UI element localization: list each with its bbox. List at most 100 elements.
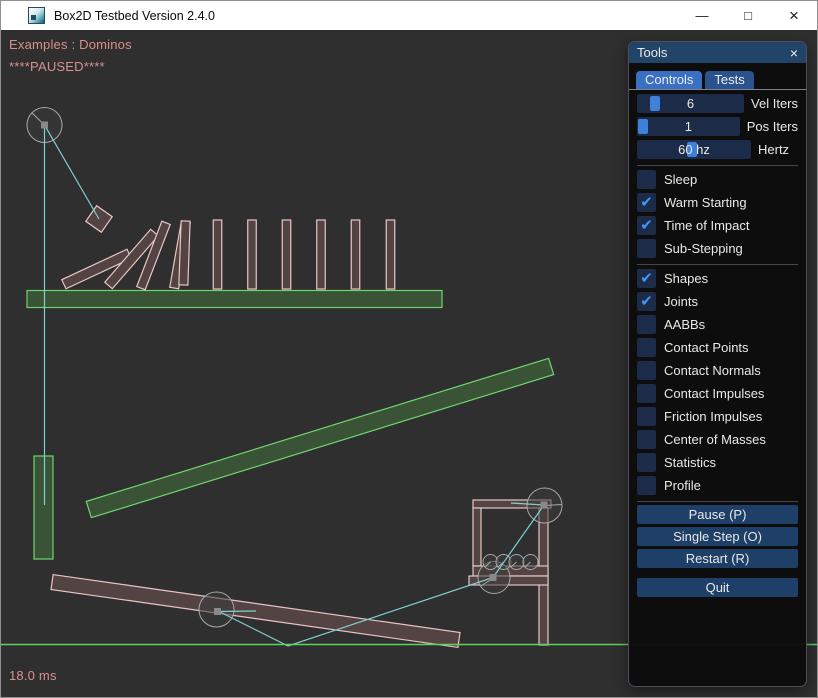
body-static (27, 291, 442, 308)
slider-value: 60 hz (637, 140, 751, 159)
tools-panel-title: Tools (637, 45, 667, 60)
checkbox-center-of-masses[interactable]: Center of Masses (637, 430, 798, 449)
checkbox-box[interactable] (637, 476, 656, 495)
checkbox-box[interactable] (637, 338, 656, 357)
body-static (86, 358, 553, 517)
check-icon: ✔ (640, 294, 653, 309)
slider-pos-iters[interactable]: 1 (637, 117, 740, 136)
joint-line (45, 125, 100, 219)
checkbox-box[interactable]: ✔ (637, 292, 656, 311)
tools-panel-header[interactable]: Tools × (629, 42, 806, 63)
slider-label: Vel Iters (751, 96, 798, 111)
body-dyn (317, 220, 326, 289)
checkbox-profile[interactable]: Profile (637, 476, 798, 495)
separator (637, 165, 798, 166)
checkbox-box[interactable] (637, 239, 656, 258)
checkbox-statistics[interactable]: Statistics (637, 453, 798, 472)
checkbox-warm-starting[interactable]: ✔ Warm Starting (637, 193, 798, 212)
checkbox-box[interactable] (637, 430, 656, 449)
checkbox-label: Time of Impact (664, 218, 749, 233)
slider-value: 1 (637, 117, 740, 136)
tab-bar: ControlsTests (629, 63, 806, 90)
checkbox-label: Contact Points (664, 340, 749, 355)
joint-anchor (490, 574, 497, 581)
window-controls: — □ × (679, 1, 817, 30)
checkbox-contact-normals[interactable]: Contact Normals (637, 361, 798, 380)
slider-vel-iters[interactable]: 6 (637, 94, 744, 113)
checkbox-label: Shapes (664, 271, 708, 286)
checkbox-label: Warm Starting (664, 195, 747, 210)
body-dyn (473, 508, 481, 566)
slider-value: 6 (637, 94, 744, 113)
tab-tests[interactable]: Tests (705, 71, 753, 89)
joint-anchor (214, 608, 221, 615)
window-title: Box2D Testbed Version 2.4.0 (54, 9, 215, 23)
checkbox-shapes[interactable]: ✔ Shapes (637, 269, 798, 288)
checkbox-box[interactable] (637, 361, 656, 380)
checkbox-time-of-impact[interactable]: ✔ Time of Impact (637, 216, 798, 235)
checkbox-aabbs[interactable]: AABBs (637, 315, 798, 334)
checkbox-label: Sub-Stepping (664, 241, 743, 256)
app-window: Box2D Testbed Version 2.4.0 — □ × Exampl… (0, 0, 818, 698)
checkbox-label: Friction Impulses (664, 409, 762, 424)
titlebar[interactable]: Box2D Testbed Version 2.4.0 — □ × (1, 1, 817, 30)
pause-p-button[interactable]: Pause (P) (637, 505, 798, 524)
slider-row-pos-iters: 1Pos Iters (637, 117, 798, 136)
checkbox-contact-points[interactable]: Contact Points (637, 338, 798, 357)
example-label: Examples : Dominos (9, 37, 132, 52)
paused-label: ****PAUSED**** (9, 59, 105, 74)
tab-controls[interactable]: Controls (636, 71, 702, 89)
app-icon (28, 7, 45, 24)
checkbox-box[interactable] (637, 407, 656, 426)
single-step-o-button[interactable]: Single Step (O) (637, 527, 798, 546)
simulation-canvas[interactable]: Examples : Dominos ****PAUSED**** 18.0 m… (1, 30, 817, 698)
checkbox-box[interactable]: ✔ (637, 193, 656, 212)
checkbox-label: Statistics (664, 455, 716, 470)
check-icon: ✔ (640, 218, 653, 233)
restart-r-button[interactable]: Restart (R) (637, 549, 798, 568)
check-icon: ✔ (640, 195, 653, 210)
body-dyn (213, 220, 222, 289)
check-icon: ✔ (640, 271, 653, 286)
slider-group: 6 Vel Iters 1Pos Iters 60 hz Hertz (637, 94, 798, 159)
checkbox-sleep[interactable]: Sleep (637, 170, 798, 189)
slider-label: Hertz (758, 142, 789, 157)
checkbox-box[interactable] (637, 384, 656, 403)
checkbox-label: Joints (664, 294, 698, 309)
body-dyn (282, 220, 291, 289)
checkbox-group: Sleep ✔ Warm Starting ✔ Time of Impact Sub-St… (637, 170, 798, 495)
minimize-icon[interactable]: — (679, 1, 725, 30)
quit-button[interactable]: Quit (637, 578, 798, 597)
tools-panel: Tools × ControlsTests 6 Vel Iters 1Pos Ite… (628, 41, 807, 687)
body-dyn (179, 221, 190, 285)
body-static (34, 456, 53, 559)
maximize-icon[interactable]: □ (725, 1, 771, 30)
checkbox-label: Sleep (664, 172, 697, 187)
separator (637, 264, 798, 265)
checkbox-box[interactable] (637, 315, 656, 334)
close-icon[interactable]: × (771, 1, 817, 30)
checkbox-joints[interactable]: ✔ Joints (637, 292, 798, 311)
slider-hertz[interactable]: 60 hz (637, 140, 751, 159)
panel-close-icon[interactable]: × (790, 46, 798, 60)
body-dyn (386, 220, 395, 289)
body-dyn (351, 220, 360, 289)
checkbox-box[interactable]: ✔ (637, 269, 656, 288)
checkbox-box[interactable] (637, 170, 656, 189)
checkbox-label: AABBs (664, 317, 705, 332)
body-dyn (248, 220, 257, 289)
slider-row-vel-iters: 6 Vel Iters (637, 94, 798, 113)
joint-anchor (41, 122, 48, 129)
slider-row-hertz: 60 hz Hertz (637, 140, 798, 159)
checkbox-label: Center of Masses (664, 432, 766, 447)
checkbox-box[interactable]: ✔ (637, 216, 656, 235)
checkbox-contact-impulses[interactable]: Contact Impulses (637, 384, 798, 403)
checkbox-friction-impulses[interactable]: Friction Impulses (637, 407, 798, 426)
tools-panel-body: 6 Vel Iters 1Pos Iters 60 hz Hertz Sleep ✔ War… (629, 94, 806, 597)
button-group: Pause (P) Single Step (O) Restart (R) Quit (637, 505, 798, 597)
checkbox-sub-stepping[interactable]: Sub-Stepping (637, 239, 798, 258)
joint-anchor (541, 502, 548, 509)
checkbox-label: Profile (664, 478, 701, 493)
checkbox-label: Contact Impulses (664, 386, 764, 401)
checkbox-box[interactable] (637, 453, 656, 472)
